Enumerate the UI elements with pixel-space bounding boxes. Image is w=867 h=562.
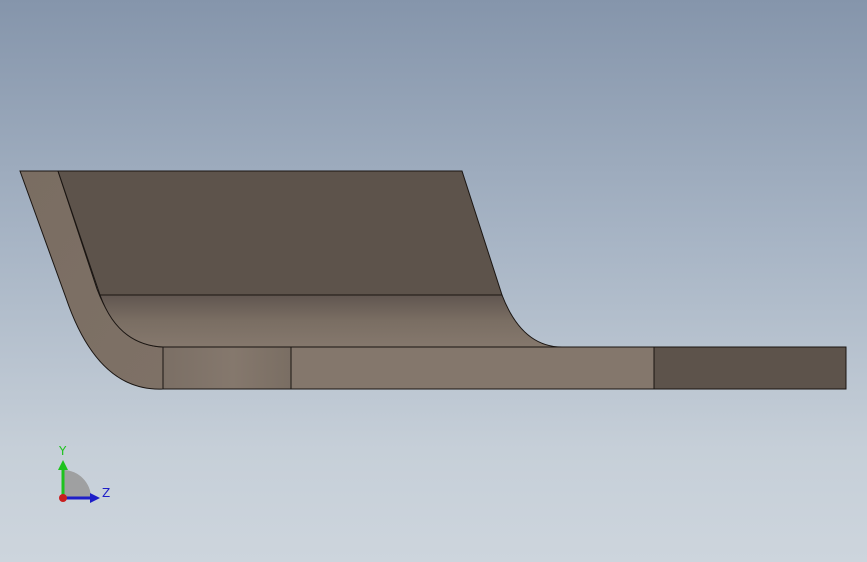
back-flange-face[interactable] <box>57 170 503 296</box>
orientation-triad[interactable]: Y Z <box>40 438 130 513</box>
inner-bend-face[interactable] <box>99 294 563 348</box>
bracket-model[interactable] <box>0 0 867 562</box>
z-axis-label: Z <box>102 486 110 500</box>
front-edge-segment-1[interactable] <box>162 346 292 390</box>
y-axis-arrow-icon <box>58 460 68 470</box>
triad-plane-indicator <box>63 470 91 498</box>
3d-viewport[interactable]: Y Z <box>0 0 867 562</box>
tab-end-face[interactable] <box>653 346 847 390</box>
y-axis-label: Y <box>58 444 67 458</box>
x-axis-origin-icon <box>59 494 67 502</box>
z-axis-arrow-icon <box>90 493 100 503</box>
front-edge-segment-2[interactable] <box>290 346 655 390</box>
